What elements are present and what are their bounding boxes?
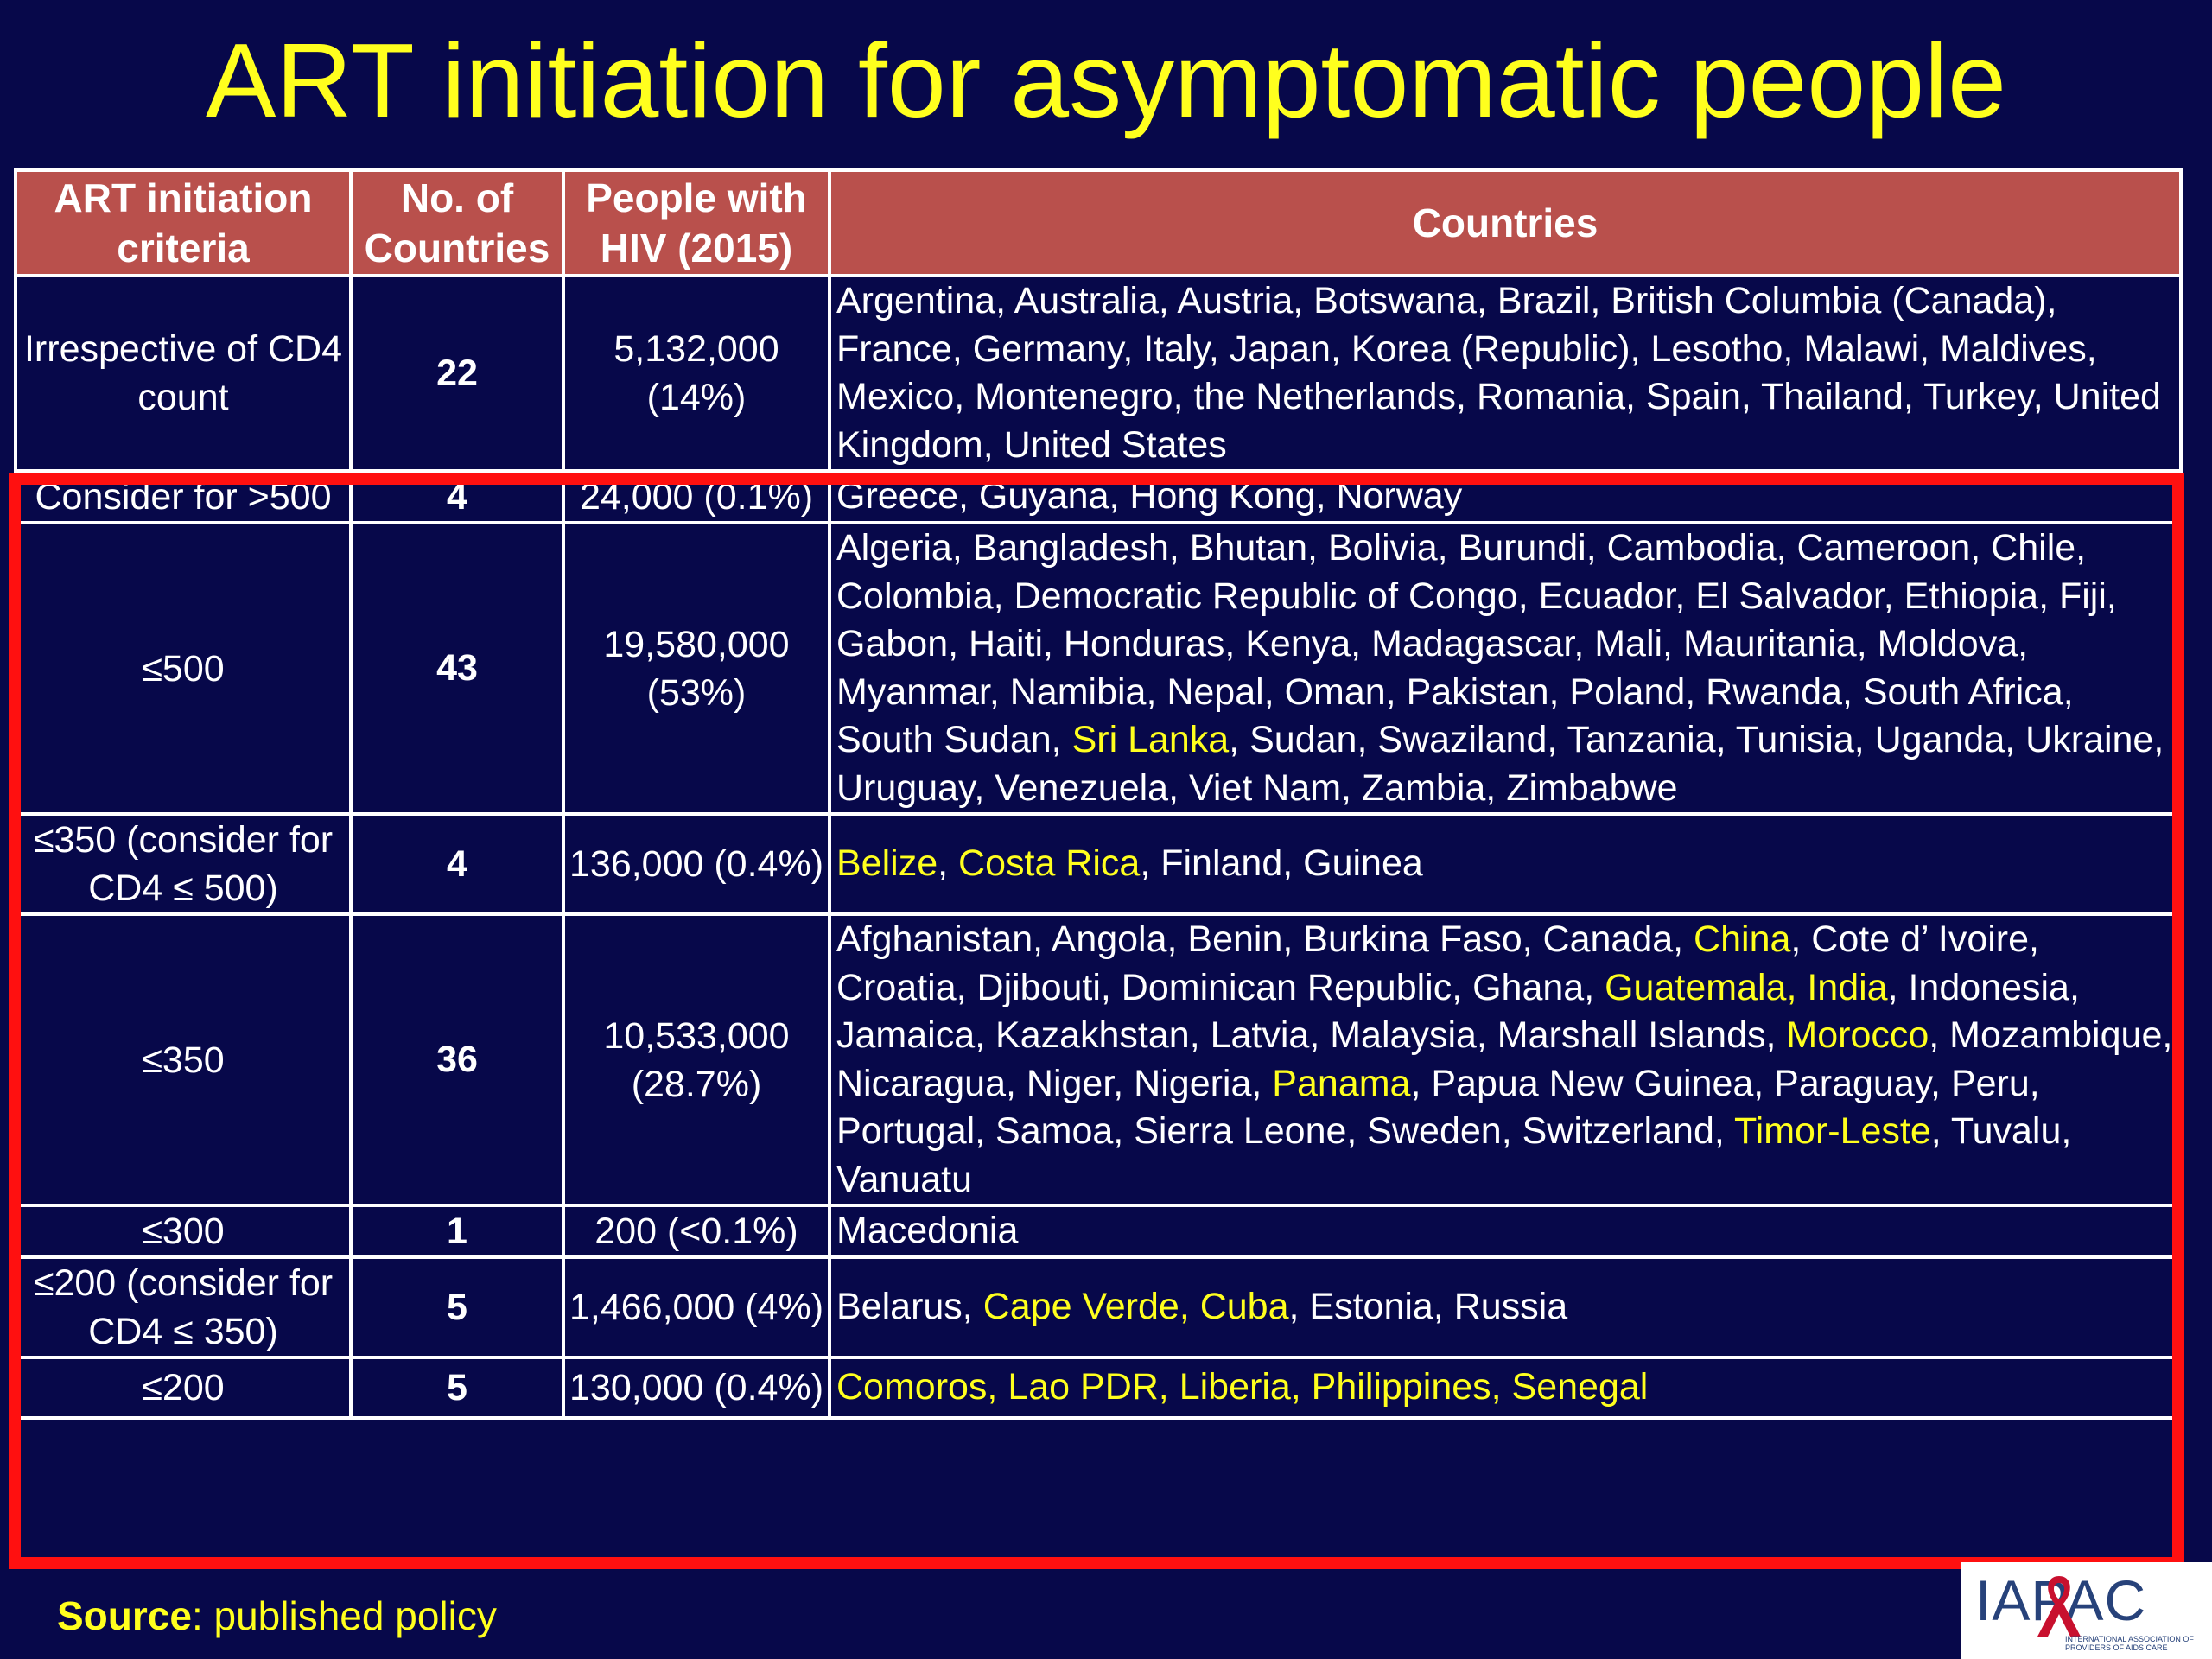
source-label: Source xyxy=(57,1593,192,1638)
country-highlight: Sri Lanka xyxy=(1071,719,1230,760)
cell-count: 22 xyxy=(349,274,565,473)
logo-subtitle: INTERNATIONAL ASSOCIATION OF PROVIDERS O… xyxy=(2065,1635,2194,1652)
policy-table: ART initiation criteria No. of Countries… xyxy=(14,168,2183,1420)
cell-people: 1,466,000 (4%) xyxy=(562,1255,831,1359)
table-row: Irrespective of CD4 count 22 5,132,000 (14… xyxy=(14,274,2183,473)
country-text: Macedonia xyxy=(836,1210,1019,1252)
cell-countries: Argentina, Australia, Austria, Botswana,… xyxy=(828,274,2183,473)
cell-count: 1 xyxy=(349,1204,565,1259)
cell-count: 4 xyxy=(349,469,565,524)
cell-countries: Belarus, Cape Verde, Cuba, Estonia, Russ… xyxy=(828,1255,2183,1359)
ribbon-icon xyxy=(2037,1576,2081,1637)
cell-countries: Algeria, Bangladesh, Bhutan, Bolivia, Bu… xyxy=(828,521,2183,816)
table-row: ≤350 (consider for CD4 ≤ 500) 4 136,000 (0… xyxy=(14,812,2183,916)
country-text: , Finland, Guinea xyxy=(1140,842,1423,885)
cell-people: 136,000 (0.4%) xyxy=(562,812,831,916)
header-count: No. of Countries xyxy=(349,168,565,277)
country-text: Afghanistan, Angola, Benin, Burkina Faso… xyxy=(836,918,1694,960)
table-row: ≤200 (consider for CD4 ≤ 350) 5 1,466,000 … xyxy=(14,1255,2183,1359)
country-highlight: Belize xyxy=(836,842,938,885)
table-row: Consider for >500 4 24,000 (0.1%) Greece, G… xyxy=(14,469,2183,524)
country-highlight: Panama xyxy=(1272,1062,1411,1104)
table-row: ≤300 1 200 (<0.1%) Macedonia xyxy=(14,1204,2183,1259)
cell-people: 10,533,000 (28.7%) xyxy=(562,912,831,1207)
cell-count: 5 xyxy=(349,1356,565,1420)
cell-criteria: ≤200 (consider for CD4 ≤ 350) xyxy=(14,1255,353,1359)
cell-countries: Macedonia xyxy=(828,1204,2183,1259)
iapac-logo: IAPAC INTERNATIONAL ASSOCIATION OF PROVI… xyxy=(1961,1562,2212,1659)
cell-countries: Comoros, Lao PDR, Liberia, Philippines, … xyxy=(828,1356,2183,1420)
table-header-row: ART initiation criteria No. of Countries… xyxy=(14,168,2183,277)
cell-people: 200 (<0.1%) xyxy=(562,1204,831,1259)
country-highlight: Comoros, Lao PDR, Liberia, Philippines, … xyxy=(836,1366,1649,1408)
cell-criteria: ≤350 (consider for CD4 ≤ 500) xyxy=(14,812,353,916)
country-text: , xyxy=(938,842,959,885)
country-highlight: Cape Verde, Cuba xyxy=(982,1286,1289,1328)
country-highlight: Timor-Leste xyxy=(1733,1110,1931,1152)
header-countries: Countries xyxy=(828,168,2183,277)
source-note: Source: published policy xyxy=(57,1592,497,1639)
table-row: ≤500 43 19,580,000 (53%) Algeria, Banglade… xyxy=(14,521,2183,816)
cell-criteria: Consider for >500 xyxy=(14,469,353,524)
country-highlight: China xyxy=(1694,918,1791,960)
country-text: , Estonia, Russia xyxy=(1288,1286,1568,1328)
country-text: Belarus, xyxy=(836,1286,983,1328)
country-highlight: Guatemala, India xyxy=(1605,966,1888,1008)
cell-count: 4 xyxy=(349,812,565,916)
cell-count: 43 xyxy=(349,521,565,816)
cell-count: 36 xyxy=(349,912,565,1207)
header-criteria: ART initiation criteria xyxy=(14,168,353,277)
source-text: : published policy xyxy=(191,1593,497,1638)
table-row: ≤200 5 130,000 (0.4%) Comoros, Lao PDR, Li… xyxy=(14,1356,2183,1420)
header-people: People with HIV (2015) xyxy=(562,168,831,277)
cell-criteria: ≤300 xyxy=(14,1204,353,1259)
cell-people: 5,132,000 (14%) xyxy=(562,274,831,473)
cell-criteria: ≤500 xyxy=(14,521,353,816)
cell-countries: Greece, Guyana, Hong Kong, Norway xyxy=(828,469,2183,524)
cell-count: 5 xyxy=(349,1255,565,1359)
table-row: ≤350 36 10,533,000 (28.7%) Afghanistan, Ang… xyxy=(14,912,2183,1207)
cell-countries: Afghanistan, Angola, Benin, Burkina Faso… xyxy=(828,912,2183,1207)
slide-title: ART initiation for asymptomatic people xyxy=(205,22,2007,139)
cell-people: 130,000 (0.4%) xyxy=(562,1356,831,1420)
cell-criteria: ≤350 xyxy=(14,912,353,1207)
cell-criteria: ≤200 xyxy=(14,1356,353,1420)
country-highlight: Costa Rica xyxy=(958,842,1141,885)
country-text: Argentina, Australia, Austria, Botswana,… xyxy=(836,280,2161,466)
country-highlight: Morocco xyxy=(1786,1014,1929,1056)
country-text: Greece, Guyana, Hong Kong, Norway xyxy=(836,475,1463,518)
cell-countries: Belize, Costa Rica, Finland, Guinea xyxy=(828,812,2183,916)
table-body: Irrespective of CD4 count 22 5,132,000 (14… xyxy=(14,274,2183,1420)
cell-people: 19,580,000 (53%) xyxy=(562,521,831,816)
cell-criteria: Irrespective of CD4 count xyxy=(14,274,353,473)
cell-people: 24,000 (0.1%) xyxy=(562,469,831,524)
